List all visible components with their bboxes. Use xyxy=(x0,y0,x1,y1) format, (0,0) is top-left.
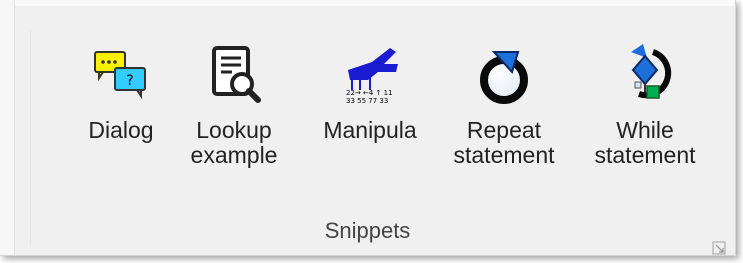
svg-text:22→ ←4 ↑ 11: 22→ ←4 ↑ 11 xyxy=(346,89,393,97)
group-separator xyxy=(30,30,31,245)
lookup-example-button[interactable]: Lookup example xyxy=(182,40,286,190)
dialog-label: Dialog xyxy=(88,117,154,143)
group-label-snippets: Snippets xyxy=(324,218,411,243)
while-statement-button[interactable]: While statement xyxy=(580,40,710,190)
while-icon xyxy=(631,44,672,99)
manipula-label: Manipula xyxy=(323,117,417,143)
dialog-launcher-icon[interactable] xyxy=(712,241,726,255)
dialog-button[interactable]: ? Dialog xyxy=(78,40,164,190)
svg-text:33 55 77 33: 33 55 77 33 xyxy=(346,97,388,105)
svg-text:?: ? xyxy=(126,73,133,89)
ribbon-group-panel: ? Dialog Lookup example 22→ ←4 ↑ 11 33 5… xyxy=(0,0,736,256)
while-statement-label: While statement xyxy=(594,117,696,168)
manipula-icon: 22→ ←4 ↑ 11 33 55 77 33 xyxy=(346,48,398,105)
ribbon-left-edge xyxy=(0,0,15,255)
snippets-buttons: ? Dialog Lookup example 22→ ←4 ↑ 11 33 5… xyxy=(60,40,730,190)
lookup-example-label: Lookup example xyxy=(190,117,278,168)
repeat-statement-label: Repeat statement xyxy=(453,117,555,168)
dialog-icon: ? xyxy=(94,51,146,100)
manipula-button[interactable]: 22→ ←4 ↑ 11 33 55 77 33 Manipula xyxy=(308,40,432,190)
repeat-statement-button[interactable]: Repeat statement xyxy=(442,40,566,190)
lookup-icon xyxy=(212,46,261,103)
repeat-icon xyxy=(480,51,528,104)
ribbon-top-strip xyxy=(0,0,735,6)
